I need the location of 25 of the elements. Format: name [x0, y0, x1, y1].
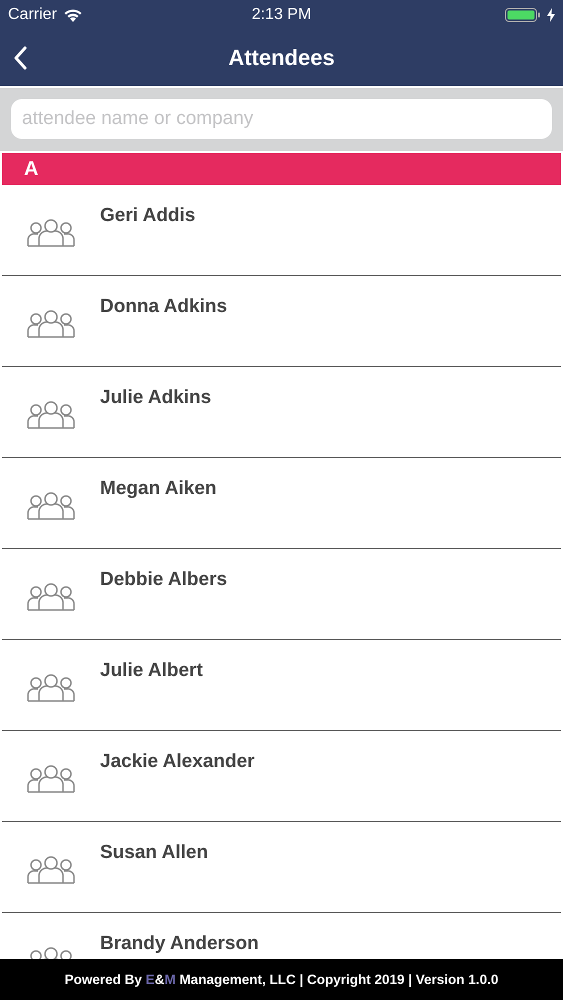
attendee-name: Brandy Anderson	[100, 933, 259, 955]
attendee-row[interactable]: Julie Albert	[2, 640, 561, 731]
attendee-name: Susan Allen	[100, 842, 208, 864]
attendee-name: Megan Aiken	[100, 478, 216, 500]
battery-icon	[505, 7, 541, 23]
attendee-name: Geri Addis	[100, 205, 196, 227]
attendee-row[interactable]: Susan Allen	[2, 822, 561, 913]
attendee-name: Julie Adkins	[100, 387, 212, 409]
footer-text: Powered By E&M Management, LLC | Copyright 2019 | Version 1.0.0	[64, 972, 498, 987]
attendee-name: Debbie Albers	[100, 569, 228, 591]
carrier-label: Carrier	[8, 6, 57, 24]
attendee-name: Julie Albert	[100, 660, 203, 682]
section-header: A	[2, 153, 561, 185]
attendee-row[interactable]: Julie Adkins	[2, 367, 561, 458]
wifi-icon	[62, 8, 83, 22]
search-field[interactable]: attendee name or company	[11, 99, 552, 139]
attendee-row[interactable]: Debbie Albers	[2, 549, 561, 640]
attendee-name: Donna Adkins	[100, 296, 228, 318]
attendee-row[interactable]: Jackie Alexander	[2, 731, 561, 822]
screen-title: Attendees	[228, 45, 335, 71]
attendee-row[interactable]: Megan Aiken	[2, 458, 561, 549]
attendee-row[interactable]: Donna Adkins	[2, 276, 561, 367]
attendee-name: Jackie Alexander	[100, 751, 255, 773]
status-time: 2:13 PM	[252, 6, 312, 24]
attendee-row[interactable]: Geri Addis	[2, 185, 561, 276]
